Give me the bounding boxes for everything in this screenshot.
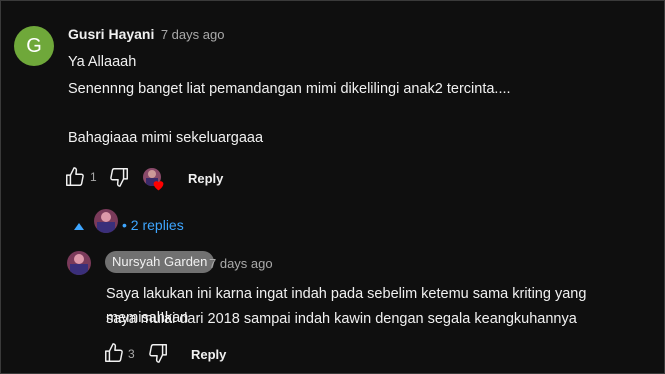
collapse-replies-button[interactable]	[73, 218, 85, 230]
triangle-up-icon	[74, 223, 84, 230]
dislike-button[interactable]	[147, 342, 169, 364]
comment-time[interactable]: 7 days ago	[161, 27, 225, 42]
reply-line: saya mulai dari 2018 sampai indah kawin …	[106, 311, 577, 327]
avatar-letter: G	[26, 35, 42, 57]
reply-time[interactable]: 7 days ago	[209, 256, 273, 271]
like-count: 1	[90, 170, 97, 184]
comment-line: Senennng banget liat pemandangan mimi di…	[68, 81, 511, 97]
thumbs-down-icon	[110, 168, 128, 187]
like-count: 3	[128, 347, 135, 361]
avatar[interactable]: G	[14, 26, 54, 66]
comment-author[interactable]: Gusri Hayani	[68, 26, 154, 42]
replies-count: 2 replies	[130, 217, 184, 233]
bullet-dot: •	[122, 217, 127, 233]
author-chip[interactable]: Nursyah Garden	[105, 251, 215, 273]
thumbs-up-icon	[105, 343, 123, 362]
comment-header: Gusri Hayani 7 days ago	[68, 26, 224, 44]
avatar[interactable]	[67, 251, 91, 275]
replies-toggle[interactable]: • 2 replies	[122, 217, 184, 233]
comment-line: Bahagiaaa mimi sekeluargaaa	[68, 130, 264, 146]
comment-line: Ya Allaaah	[68, 54, 137, 70]
thumbs-up-icon	[66, 167, 84, 186]
like-button[interactable]	[64, 166, 86, 188]
like-button[interactable]	[103, 342, 125, 364]
reply-button[interactable]: Reply	[188, 171, 223, 186]
dislike-button[interactable]	[108, 166, 130, 188]
reply-avatar-preview	[94, 209, 118, 233]
reply-button[interactable]: Reply	[191, 347, 226, 362]
thumbs-down-icon	[149, 344, 167, 363]
heart-icon	[152, 178, 165, 191]
